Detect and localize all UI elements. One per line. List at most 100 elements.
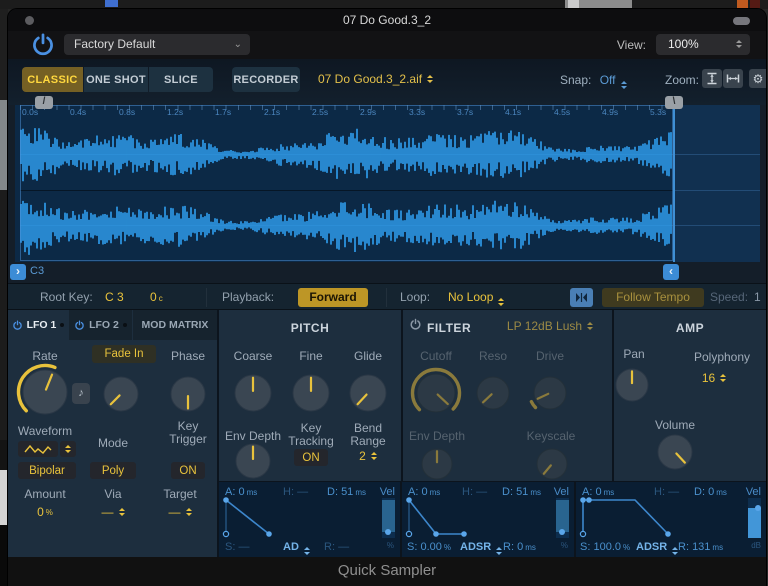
key-tracking-button[interactable]: ON xyxy=(294,449,328,466)
velocity-handle[interactable] xyxy=(755,505,761,511)
lfo-waveform-stepper[interactable] xyxy=(60,441,76,457)
amount-number: 0 xyxy=(37,505,44,519)
envelope-graph[interactable] xyxy=(221,497,372,539)
stepper-icon xyxy=(427,75,434,83)
glide-label: Glide xyxy=(353,349,382,363)
glide-knob[interactable] xyxy=(341,366,395,425)
follow-tempo-button[interactable]: Follow Tempo xyxy=(602,288,704,307)
cutoff-knob[interactable] xyxy=(408,365,464,426)
reso-knob[interactable] xyxy=(468,368,518,423)
tune-value[interactable]: 0c xyxy=(150,290,163,304)
power-icon xyxy=(75,320,84,330)
tab-label: SLICE xyxy=(164,73,198,86)
sustain-field[interactable]: S: 100.0% xyxy=(580,541,630,553)
chevron-down-icon: ⌄ xyxy=(765,75,766,83)
target-value: — xyxy=(168,505,181,519)
pitch-coarse-knob[interactable] xyxy=(226,366,280,425)
tab-classic[interactable]: CLASSIC xyxy=(22,67,83,92)
recorder-button[interactable]: RECORDER xyxy=(232,67,300,92)
desktop-background xyxy=(0,9,8,100)
tab-mod-matrix[interactable]: MOD MATRIX xyxy=(133,310,217,340)
release-field[interactable]: R: 131 ms xyxy=(678,541,723,553)
snap-value: Off xyxy=(599,73,616,87)
filter-title: FILTER xyxy=(427,321,472,335)
flex-icon xyxy=(576,293,587,302)
zoom-vertical-button[interactable] xyxy=(702,69,722,88)
fade-out-handle[interactable]: \ xyxy=(665,96,683,109)
desktop-background xyxy=(0,190,8,440)
polyphony-selector[interactable]: 16 xyxy=(686,371,742,385)
filter-type-selector[interactable]: LP 12dB Lush xyxy=(491,319,609,333)
snap-control[interactable]: Snap: Off xyxy=(560,73,627,89)
cutoff-label: Cutoff xyxy=(420,349,452,363)
loop-selector[interactable]: No Loop xyxy=(448,290,505,306)
window-titlebar: 07 Do Good.3_2 xyxy=(8,9,766,31)
fade-mode-button[interactable]: Fade In xyxy=(92,345,156,363)
region-start-handle[interactable]: › xyxy=(10,264,26,280)
zoom-label: Zoom: xyxy=(665,73,700,87)
bend-range-value: 2 xyxy=(359,449,366,463)
screen: 07 Do Good.3_2 Factory Default ⌄ View: 1… xyxy=(0,0,768,586)
sustain-field[interactable]: S: — xyxy=(225,541,249,553)
view-selector[interactable]: 100% xyxy=(656,34,750,55)
envelope-graph[interactable] xyxy=(578,497,738,539)
envelope-mode-selector[interactable]: ADSR xyxy=(636,541,679,555)
filter-type-value: LP 12dB Lush xyxy=(506,319,583,333)
fade-in-handle[interactable]: / xyxy=(35,96,53,109)
pan-knob[interactable] xyxy=(607,360,657,415)
preset-selector[interactable]: Factory Default ⌄ xyxy=(64,34,250,55)
lfo-mode-button[interactable]: Poly xyxy=(90,462,136,479)
tab-slice[interactable]: SLICE xyxy=(149,67,213,92)
mode-label: Mode xyxy=(97,436,129,450)
velocity-bar[interactable] xyxy=(382,498,395,538)
zoom-horizontal-button[interactable] xyxy=(723,69,743,88)
stepper-icon xyxy=(303,547,310,555)
region-end-handle[interactable]: ‹ xyxy=(663,264,679,280)
velocity-handle[interactable] xyxy=(385,529,391,535)
velocity-bar[interactable] xyxy=(748,498,761,538)
lfo-fade-knob[interactable] xyxy=(95,368,147,425)
note-sync-button[interactable]: ♪ xyxy=(72,383,90,404)
sample-region[interactable] xyxy=(20,105,673,261)
amount-value[interactable]: 0% xyxy=(15,505,75,519)
via-selector[interactable]: — xyxy=(88,505,138,519)
phase-label: Phase xyxy=(170,349,206,363)
pitch-fine-knob[interactable] xyxy=(284,366,338,425)
polarity-button[interactable]: Bipolar xyxy=(18,462,76,479)
lfo-rate-knob[interactable] xyxy=(14,361,76,428)
envelope-mode-selector[interactable]: AD xyxy=(283,541,310,555)
velocity-label: Vel xyxy=(745,486,761,498)
tab-lfo2[interactable]: LFO 2 xyxy=(69,310,132,340)
volume-knob[interactable] xyxy=(649,426,701,483)
lfo-waveform-selector[interactable] xyxy=(18,441,58,457)
release-field[interactable]: R: 0 ms xyxy=(503,541,536,553)
filter-power-button[interactable] xyxy=(409,318,422,336)
meter-unit: % xyxy=(386,541,394,550)
desktop-background xyxy=(105,0,118,7)
speed-value: 1 xyxy=(754,290,761,304)
tab-lfo1[interactable]: LFO 1 xyxy=(8,310,68,340)
mode-toolbar: CLASSIC ONE SHOT SLICE RECORDER 07 Do Go… xyxy=(8,59,766,105)
velocity-bar[interactable] xyxy=(556,498,569,538)
flex-button[interactable] xyxy=(570,288,593,307)
lfo-phase-knob[interactable] xyxy=(162,368,214,425)
waveform-display[interactable]: 0.0s 0.4s 0.8s 1.2s 1.7s 2.1s 2.5s 2.9s … xyxy=(15,105,760,262)
velocity-label: Vel xyxy=(379,486,395,498)
pitch-panel: PITCH Coarse Fine Glide Env Depth Key Tr… xyxy=(219,310,401,481)
key-trigger-button[interactable]: ON xyxy=(171,462,205,479)
bend-range-selector[interactable]: 2 xyxy=(343,449,393,463)
envelope-mode-selector[interactable]: ADSR xyxy=(460,541,503,555)
target-selector[interactable]: — xyxy=(155,505,205,519)
sustain-field[interactable]: S: 0.00% xyxy=(407,541,451,553)
file-selector[interactable]: 07 Do Good.3_2.aif xyxy=(318,72,434,86)
desktop-background xyxy=(737,0,748,8)
settings-button[interactable]: ⚙⌄ xyxy=(749,69,766,88)
drive-knob[interactable] xyxy=(525,368,575,423)
release-field[interactable]: R: — xyxy=(324,541,349,553)
velocity-handle[interactable] xyxy=(559,529,565,535)
playback-mode-button[interactable]: Forward xyxy=(298,288,368,307)
envelope-graph[interactable] xyxy=(404,497,546,539)
window-minimize-button[interactable] xyxy=(733,17,750,25)
tab-one-shot[interactable]: ONE SHOT xyxy=(84,67,148,92)
root-key-value[interactable]: C 3 xyxy=(105,290,124,304)
